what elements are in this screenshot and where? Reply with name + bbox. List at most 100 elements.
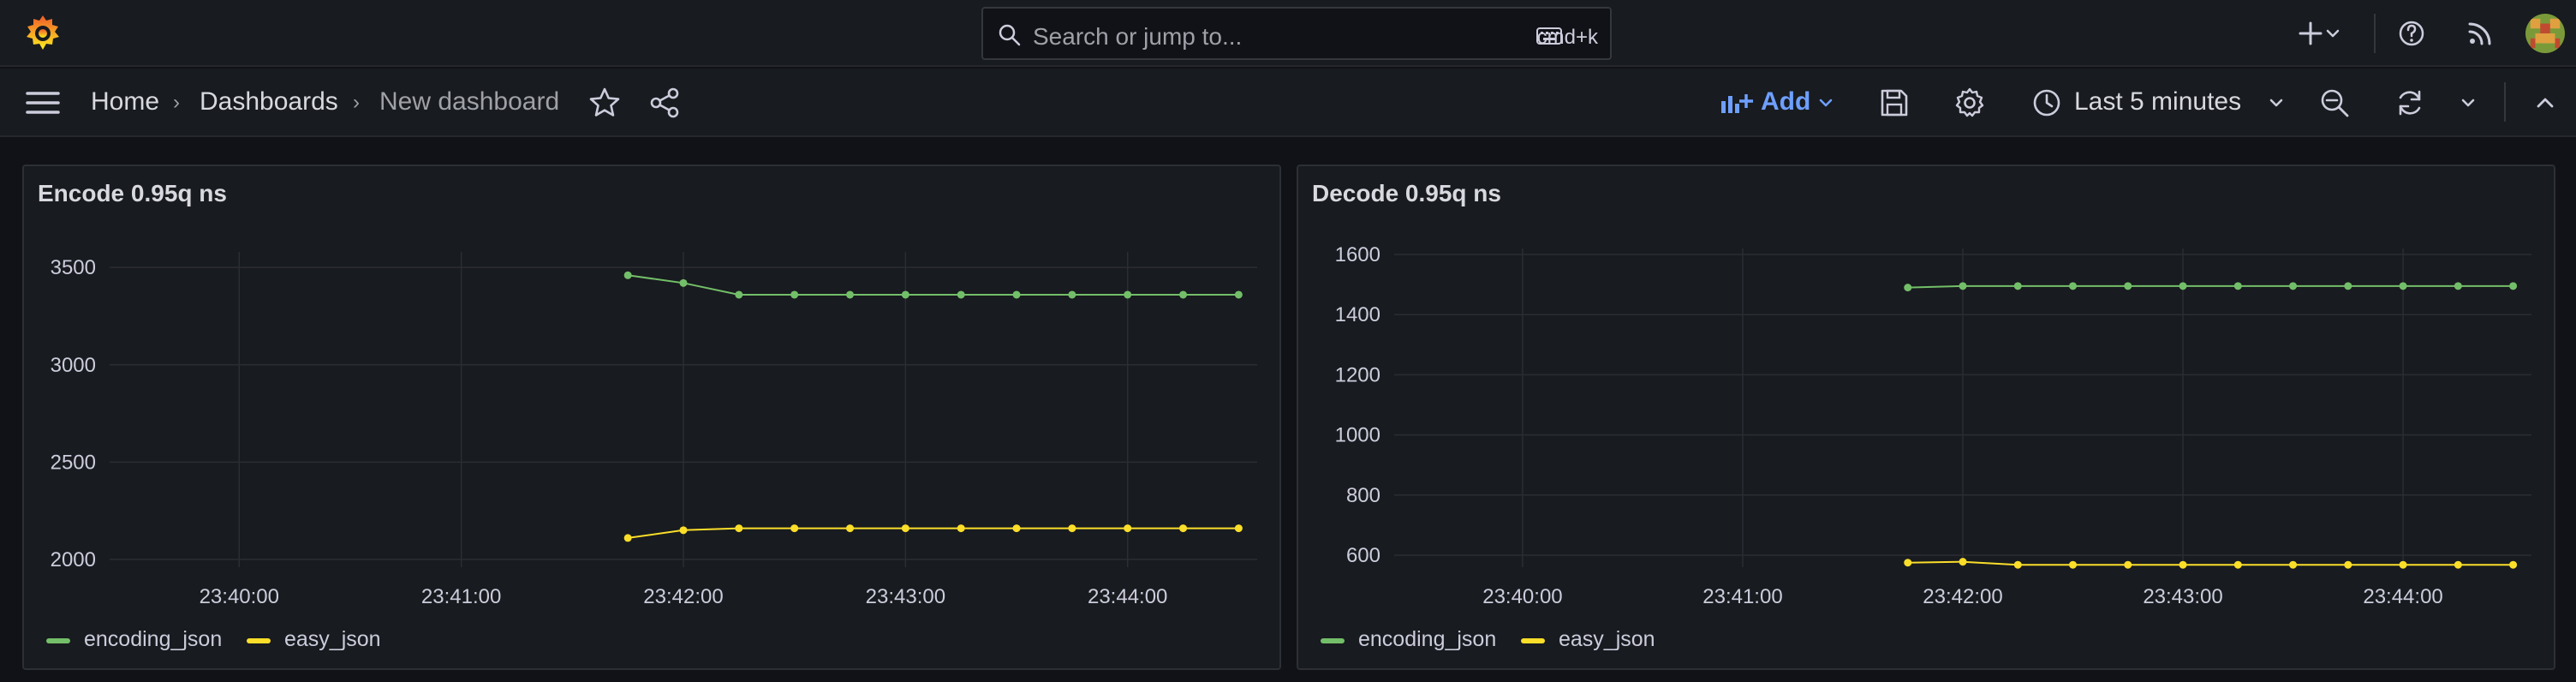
data-point [790,290,799,299]
data-point [1124,524,1132,533]
topbar-divider [2374,14,2376,53]
data-point [2069,560,2078,569]
data-point [679,278,688,287]
y-tick-label: 2000 [51,548,96,571]
top-bar: Search or jump to... cmd+k [0,0,2576,67]
add-panel-icon [1721,94,1753,113]
zoom-out-icon[interactable] [2317,86,2352,120]
chevron-down-icon[interactable] [2323,18,2343,49]
y-tick-label: 1600 [1335,243,1380,266]
grafana-logo-icon[interactable] [22,13,63,54]
y-tick-label: 3500 [51,256,96,279]
data-point [2344,560,2352,569]
legend-swatch [1521,638,1545,643]
series-line-easy-json [1907,560,2513,566]
data-point [2013,282,2022,290]
y-tick-label: 1400 [1335,303,1380,326]
legend-label: easy_json [284,627,381,651]
data-point [1234,524,1243,533]
star-icon[interactable] [587,86,622,120]
x-tick-label: 23:43:00 [866,585,945,608]
encode-chart: 2000 2500 3000 3500 23:40:00 23:41:00 23:42:00… [51,252,1257,608]
plus-icon[interactable] [2295,18,2326,49]
decode-chart: 600 800 1000 1200 1400 1600 23:40:00 23:41:00 23… [1335,243,2531,608]
breadcrumb-dashboards[interactable]: Dashboards [200,87,338,117]
x-tick-label: 23:44:00 [1088,585,1167,608]
data-point [2124,560,2132,569]
data-point [623,534,632,542]
data-point [2454,560,2462,569]
data-point [901,290,909,299]
x-tick-label: 23:43:00 [2143,585,2222,608]
y-tick-label: 3000 [51,354,96,377]
x-tick-label: 23:42:00 [643,585,723,608]
data-point [2069,282,2078,290]
data-point [1234,290,1243,299]
clock-icon[interactable] [2030,86,2064,120]
breadcrumb-separator: › [173,91,180,114]
rss-icon[interactable] [2465,18,2496,49]
breadcrumb-home[interactable]: Home [91,87,159,117]
y-tick-label: 800 [1346,484,1380,507]
collapse-icon[interactable] [2528,86,2562,120]
x-tick-label: 23:40:00 [1482,585,1562,608]
x-tick-label: 23:44:00 [2363,585,2442,608]
data-point [846,524,855,533]
legend-swatch [1321,638,1345,643]
share-icon[interactable] [647,86,682,120]
data-point [2233,560,2242,569]
refresh-icon[interactable] [2393,86,2427,120]
data-point [957,290,965,299]
series-line-encoding-json [628,274,1239,296]
series-line-easy-json [628,527,1239,539]
search-placeholder: Search or jump to... [1033,23,1243,50]
x-tick-label: 23:41:00 [1702,585,1782,608]
data-point [735,290,743,299]
data-point [1068,290,1076,299]
data-point [1179,524,1188,533]
panel-title: Decode 0.95q ns [1312,180,1501,206]
search-shortcut: cmd+k [1536,26,1598,49]
legend-swatch [46,638,70,643]
data-point [957,524,965,533]
data-point [2399,560,2407,569]
search-icon [999,24,1021,46]
data-point [2289,560,2298,569]
navbar-divider [2504,82,2506,122]
data-point [2289,282,2298,290]
chevron-down-icon[interactable] [2458,86,2478,120]
legend-swatch [247,638,271,643]
data-point [790,524,799,533]
legend-label: easy_json [1559,627,1655,651]
data-point [735,524,743,533]
avatar[interactable] [2525,14,2565,53]
menu-icon[interactable] [26,86,60,120]
panel-decode[interactable]: 600 800 1000 1200 1400 1600 23:40:00 23:41:00 23… [1297,165,2555,670]
add-label: Add [1761,87,1811,116]
help-icon[interactable] [2396,18,2427,49]
chevron-down-icon[interactable] [2266,86,2287,120]
settings-icon[interactable] [1953,86,1987,120]
x-tick-label: 23:41:00 [421,585,501,608]
series-line-encoding-json [1907,284,2513,289]
y-tick-label: 1000 [1335,424,1380,447]
x-tick-label: 23:40:00 [200,585,279,608]
data-point [2013,560,2022,569]
data-point [2509,282,2518,290]
panel-encode[interactable]: 2000 2500 3000 3500 23:40:00 23:41:00 23:42:00… [22,165,1281,670]
y-tick-label: 2500 [51,451,96,474]
data-point [2344,282,2352,290]
data-point [2454,282,2462,290]
data-point [2233,282,2242,290]
search-input[interactable]: Search or jump to... cmd+k [981,7,1612,60]
data-point [901,524,909,533]
data-point [2399,282,2407,290]
time-range-label[interactable]: Last 5 minutes [2074,87,2241,117]
data-point [1904,284,1912,292]
save-icon[interactable] [1877,86,1911,120]
data-point [2179,560,2187,569]
x-tick-label: 23:42:00 [1923,585,2002,608]
breadcrumb-separator: › [353,91,360,114]
data-point [679,526,688,535]
chevron-down-icon [1819,99,1833,107]
